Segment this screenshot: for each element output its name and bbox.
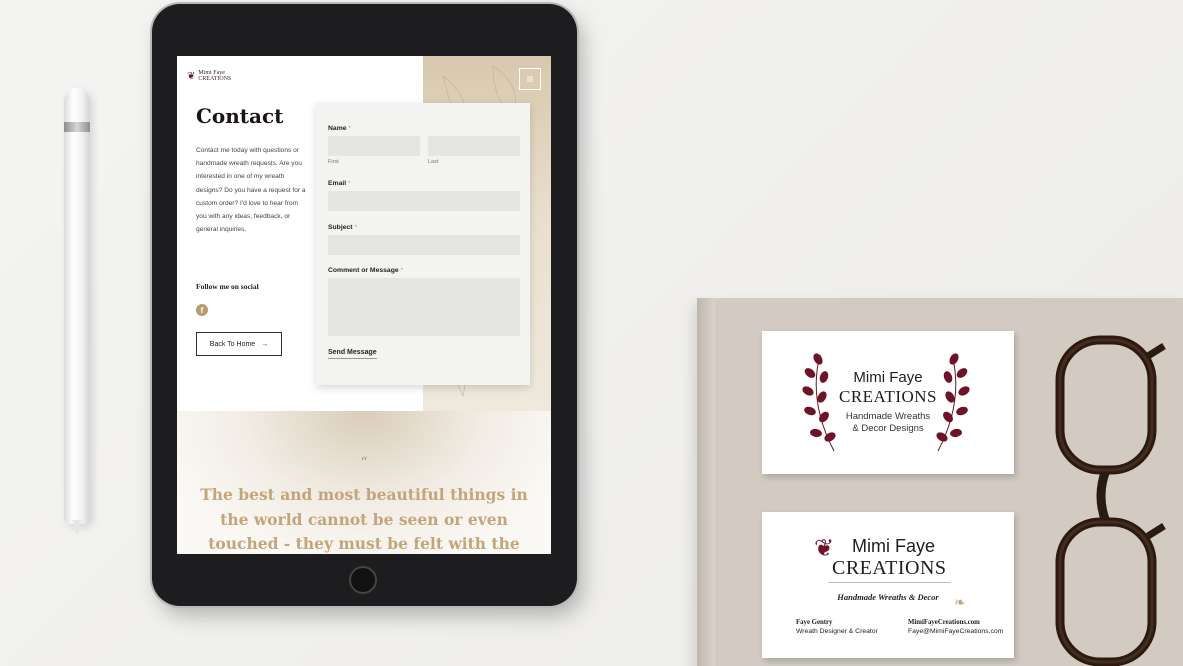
card-back-tagline: Handmade Wreaths & Decor	[837, 592, 939, 602]
card-front-brand: CREATIONS	[838, 387, 937, 406]
tagline-line-1: Handmade Wreaths	[845, 411, 931, 422]
send-message-button[interactable]: Send Message	[328, 349, 377, 359]
leaf-outline-icon: ❧	[954, 594, 966, 610]
logo-line-2: CREATIONS	[198, 76, 232, 82]
first-sublabel: First	[328, 159, 339, 165]
card-contact-web: MimiFayeCreations.com Faye@MimiFayeCreat…	[908, 618, 1003, 636]
quote-mark-icon: “	[360, 455, 368, 471]
pencil-band	[64, 122, 90, 132]
eyeglasses	[1055, 335, 1166, 666]
back-to-home-button[interactable]: Back To Home →	[196, 332, 282, 356]
contact-intro-text: Contact me today with questions or handm…	[196, 147, 306, 234]
book-spine	[697, 298, 715, 666]
page-title: Contact	[196, 104, 284, 128]
card-email: Faye@MimiFayeCreations.com	[908, 628, 1004, 635]
comment-label: Comment or Message *	[328, 267, 404, 274]
facebook-icon[interactable]: f	[196, 304, 208, 316]
last-sublabel: Last	[428, 159, 439, 165]
quote-text: The best and most beautiful things in th…	[200, 485, 528, 553]
card-website: MimiFayeCreations.com	[908, 619, 980, 626]
business-card-back: ❦ Mimi Faye CREATIONS Handmade Wreaths &…	[762, 512, 1014, 658]
site-header: ❦ Mimi Faye CREATIONS ≡	[177, 56, 551, 104]
tablet-device: ❦ Mimi Faye CREATIONS ≡ Contact Contact …	[152, 4, 577, 606]
name-label: Name *	[328, 125, 352, 132]
stylus-pencil	[64, 88, 90, 534]
card-back-name: Mimi Faye	[852, 536, 936, 556]
tablet-home-button	[349, 566, 377, 594]
card-front-name: Mimi Faye	[853, 369, 923, 386]
business-card-front: Mimi Faye CREATIONS Handmade Wreaths & D…	[762, 331, 1014, 474]
card-back-brand: CREATIONS	[828, 557, 951, 583]
first-name-input[interactable]	[328, 136, 420, 156]
subject-label: Subject *	[328, 224, 358, 231]
hamburger-icon[interactable]: ≡	[519, 68, 541, 90]
card-front-tagline: Handmade Wreaths & Decor Designs	[762, 411, 1014, 435]
person-name: Faye Gentry	[796, 619, 833, 626]
site-logo[interactable]: ❦ Mimi Faye CREATIONS	[187, 70, 231, 82]
tagline-line-2: & Decor Designs	[852, 423, 924, 434]
leaf-logo-icon: ❦	[187, 70, 196, 82]
quote-section: “ The best and most beautiful things in …	[177, 411, 551, 554]
follow-social-label: Follow me on social	[196, 282, 259, 291]
subject-field[interactable]	[328, 235, 520, 255]
card-contact-person: Faye Gentry Wreath Designer & Creator	[796, 618, 878, 636]
email-field[interactable]	[328, 191, 520, 211]
contact-form: Name * First Last Email * Subject * Comm…	[316, 103, 530, 385]
arrow-right-icon: →	[261, 340, 269, 348]
last-name-input[interactable]	[428, 136, 520, 156]
email-label: Email *	[328, 180, 351, 187]
back-to-home-label: Back To Home	[209, 340, 256, 348]
tablet-screen: ❦ Mimi Faye CREATIONS ≡ Contact Contact …	[177, 56, 551, 554]
person-role: Wreath Designer & Creator	[796, 628, 878, 635]
comment-textarea[interactable]	[328, 278, 520, 336]
